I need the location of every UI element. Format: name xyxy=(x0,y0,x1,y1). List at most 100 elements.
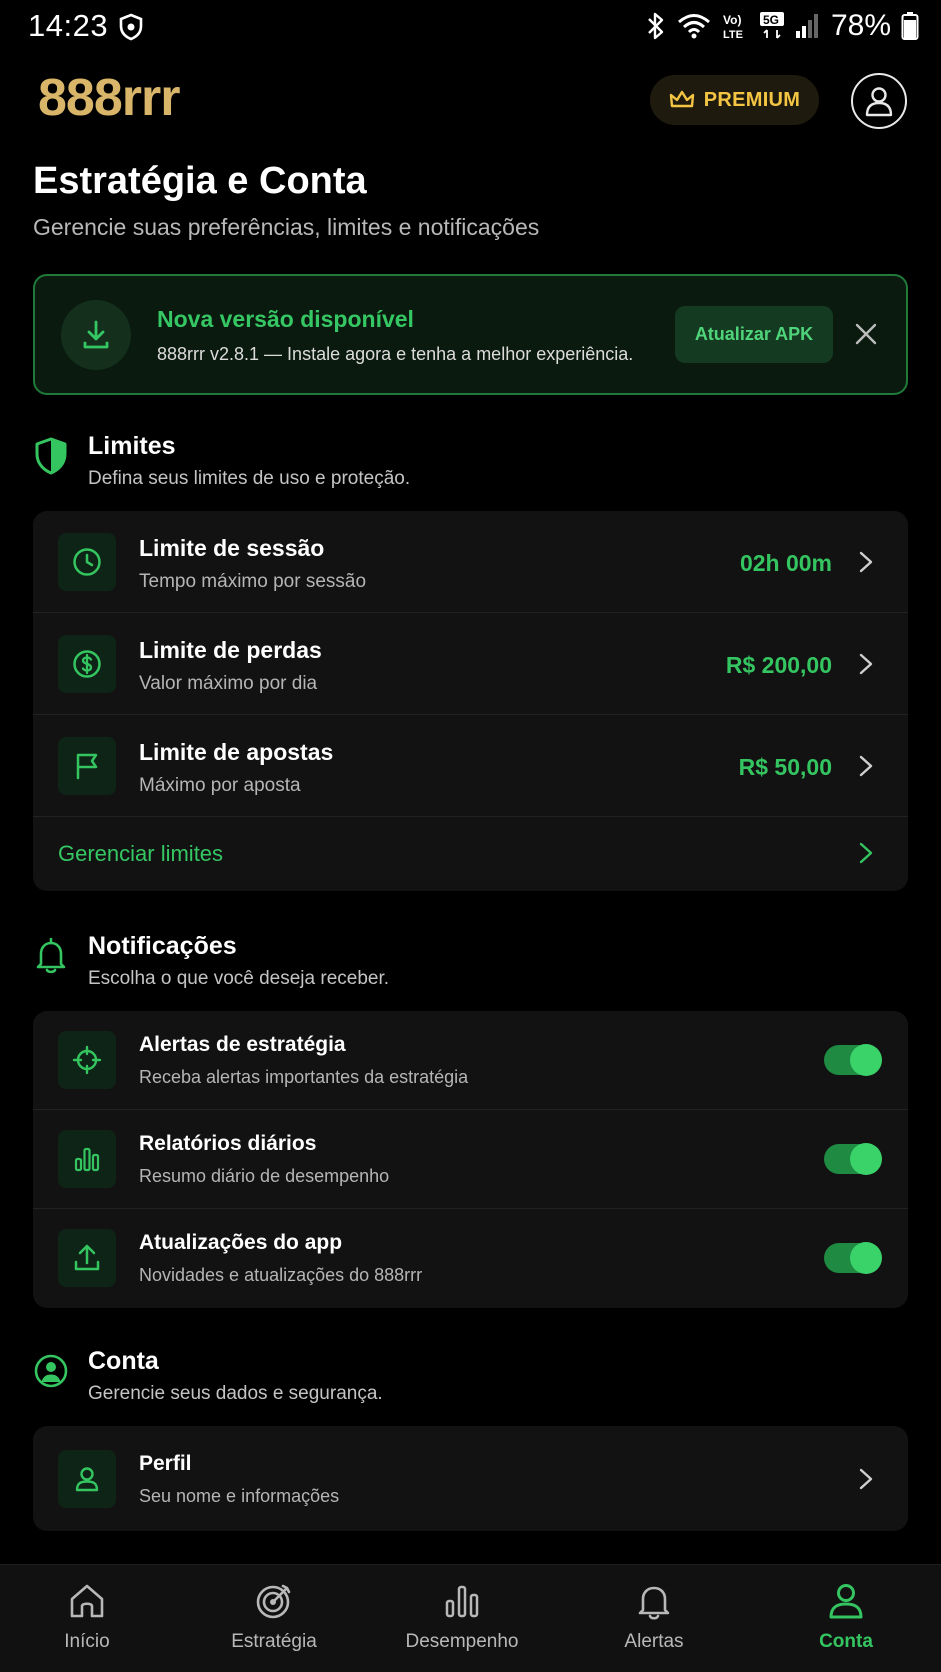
row-title: Perfil xyxy=(139,1452,192,1475)
nav-label: Estratégia xyxy=(231,1631,317,1652)
nav-item-estrategia[interactable]: Estratégia xyxy=(180,1565,368,1672)
target-icon xyxy=(256,1584,291,1619)
notifications-subtitle: Escolha o que você deseja receber. xyxy=(88,968,390,989)
user-circle-icon xyxy=(34,1354,68,1388)
network-5g-icon: 5G xyxy=(759,12,784,39)
row-title: Atualizações do app xyxy=(139,1231,343,1254)
notif-daily-reports-row: Relatórios diários Resumo diário de dese… xyxy=(33,1110,908,1209)
bar-chart-icon-wrap xyxy=(58,1130,116,1188)
row-subtitle: Valor máximo por dia xyxy=(139,673,318,694)
banner-title: Nova versão disponível xyxy=(157,306,414,332)
upload-icon xyxy=(74,1244,100,1271)
limit-losses-row[interactable]: Limite de perdas Valor máximo por dia R$… xyxy=(33,613,908,715)
wifi-icon xyxy=(677,14,710,39)
nav-label: Alertas xyxy=(624,1631,684,1652)
strategy-alerts-toggle[interactable] xyxy=(824,1044,882,1076)
banner-text: 888rrr v2.8.1 — Instale agora e tenha a … xyxy=(157,344,634,364)
app-logo[interactable]: 888rrr xyxy=(38,68,180,128)
row-title: Limite de apostas xyxy=(139,739,334,765)
chevron-right-icon xyxy=(859,842,873,864)
battery-percent: 78% xyxy=(830,9,891,42)
page-title: Estratégia e Conta xyxy=(33,160,367,202)
signal-icon xyxy=(795,14,818,38)
clock-icon xyxy=(73,548,101,576)
user-icon xyxy=(865,87,893,117)
row-subtitle: Novidades e atualizações do 888rrr xyxy=(139,1265,423,1285)
profile-row[interactable]: Perfil Seu nome e informações xyxy=(33,1426,908,1531)
bar-chart-icon xyxy=(445,1585,479,1618)
battery-icon xyxy=(901,12,919,40)
dollar-icon-wrap xyxy=(58,635,116,693)
update-banner: Nova versão disponível 888rrr v2.8.1 — I… xyxy=(33,274,908,395)
manage-limits-label: Gerenciar limites xyxy=(58,841,224,866)
status-time: 14:23 xyxy=(28,8,109,43)
crosshair-icon xyxy=(72,1045,102,1075)
limit-bets-row[interactable]: Limite de apostas Máximo por aposta R$ 5… xyxy=(33,715,908,817)
svg-text:LTE: LTE xyxy=(723,29,743,41)
bottom-nav: Início Estratégia Desempenho Alertas Con… xyxy=(0,1564,941,1672)
flag-icon xyxy=(76,753,98,780)
row-title: Limite de sessão xyxy=(139,535,325,561)
row-value: R$ 200,00 xyxy=(725,652,832,678)
toggle-knob xyxy=(850,1242,882,1274)
row-subtitle: Receba alertas importantes da estratégia xyxy=(139,1067,469,1087)
crosshair-icon-wrap xyxy=(58,1031,116,1089)
bell-icon xyxy=(638,1586,670,1620)
row-subtitle: Máximo por aposta xyxy=(139,775,301,796)
profile-avatar-button[interactable] xyxy=(851,73,907,129)
bell-icon xyxy=(36,937,66,974)
toggle-knob xyxy=(850,1044,882,1076)
nav-item-alertas[interactable]: Alertas xyxy=(560,1565,748,1672)
crown-icon xyxy=(669,90,694,108)
toggle-knob xyxy=(850,1143,882,1175)
volte-icon: Vo) LTE xyxy=(723,13,743,41)
update-apk-button[interactable]: Atualizar APK xyxy=(675,306,833,363)
row-subtitle: Seu nome e informações xyxy=(139,1486,340,1506)
nav-label: Desempenho xyxy=(405,1631,519,1652)
user-icon xyxy=(75,1467,99,1492)
daily-reports-toggle[interactable] xyxy=(824,1143,882,1175)
limit-session-row[interactable]: Limite de sessão Tempo máximo por sessão… xyxy=(33,511,908,613)
notifications-section-header: Notificações Escolha o que você deseja r… xyxy=(33,932,908,1002)
limits-card: Limite de sessão Tempo máximo por sessão… xyxy=(33,511,908,891)
row-subtitle: Tempo máximo por sessão xyxy=(139,571,367,592)
upload-icon-wrap xyxy=(58,1229,116,1287)
clock-icon-wrap xyxy=(58,533,116,591)
page-subtitle: Gerencie suas preferências, limites e no… xyxy=(33,214,540,240)
row-title: Relatórios diários xyxy=(139,1132,317,1155)
row-subtitle: Resumo diário de desempenho xyxy=(139,1166,390,1186)
account-card: Perfil Seu nome e informações xyxy=(33,1426,908,1531)
bar-chart-icon xyxy=(74,1147,100,1172)
shield-status-icon xyxy=(119,13,143,41)
account-section-header: Conta Gerencie seus dados e segurança. xyxy=(33,1347,908,1417)
row-value: 02h 00m xyxy=(739,550,832,576)
app-header: 888rrr PREMIUM xyxy=(0,62,941,142)
home-icon xyxy=(70,1584,104,1618)
manage-limits-row[interactable]: Gerenciar limites xyxy=(33,817,908,891)
notifications-card: Alertas de estratégia Receba alertas imp… xyxy=(33,1011,908,1308)
premium-button[interactable]: PREMIUM xyxy=(650,75,819,125)
limits-section-header: Limites Defina seus limites de uso e pro… xyxy=(33,432,908,502)
flag-icon-wrap xyxy=(58,737,116,795)
nav-item-conta[interactable]: Conta xyxy=(752,1565,940,1672)
nav-item-inicio[interactable]: Início xyxy=(0,1565,181,1672)
notifications-title: Notificações xyxy=(88,932,237,960)
premium-label: PREMIUM xyxy=(703,88,801,111)
nav-label: Início xyxy=(64,1631,110,1652)
chevron-right-icon xyxy=(859,653,873,675)
nav-item-desempenho[interactable]: Desempenho xyxy=(368,1565,556,1672)
shield-icon xyxy=(35,437,67,475)
svg-text:5G: 5G xyxy=(763,13,779,27)
svg-text:Vo): Vo) xyxy=(723,13,741,27)
app-updates-toggle[interactable] xyxy=(824,1242,882,1274)
account-title: Conta xyxy=(88,1347,159,1375)
row-title: Alertas de estratégia xyxy=(139,1033,346,1056)
limits-subtitle: Defina seus limites de uso e proteção. xyxy=(88,468,411,489)
row-value: R$ 50,00 xyxy=(738,754,832,780)
close-icon[interactable] xyxy=(852,320,880,348)
bluetooth-icon xyxy=(648,12,664,40)
notif-app-updates-row: Atualizações do app Novidades e atualiza… xyxy=(33,1209,908,1308)
limits-title: Limites xyxy=(88,432,176,460)
status-bar: 14:23 Vo) LTE 5G 78% xyxy=(0,0,941,54)
user-icon-wrap xyxy=(58,1450,116,1508)
